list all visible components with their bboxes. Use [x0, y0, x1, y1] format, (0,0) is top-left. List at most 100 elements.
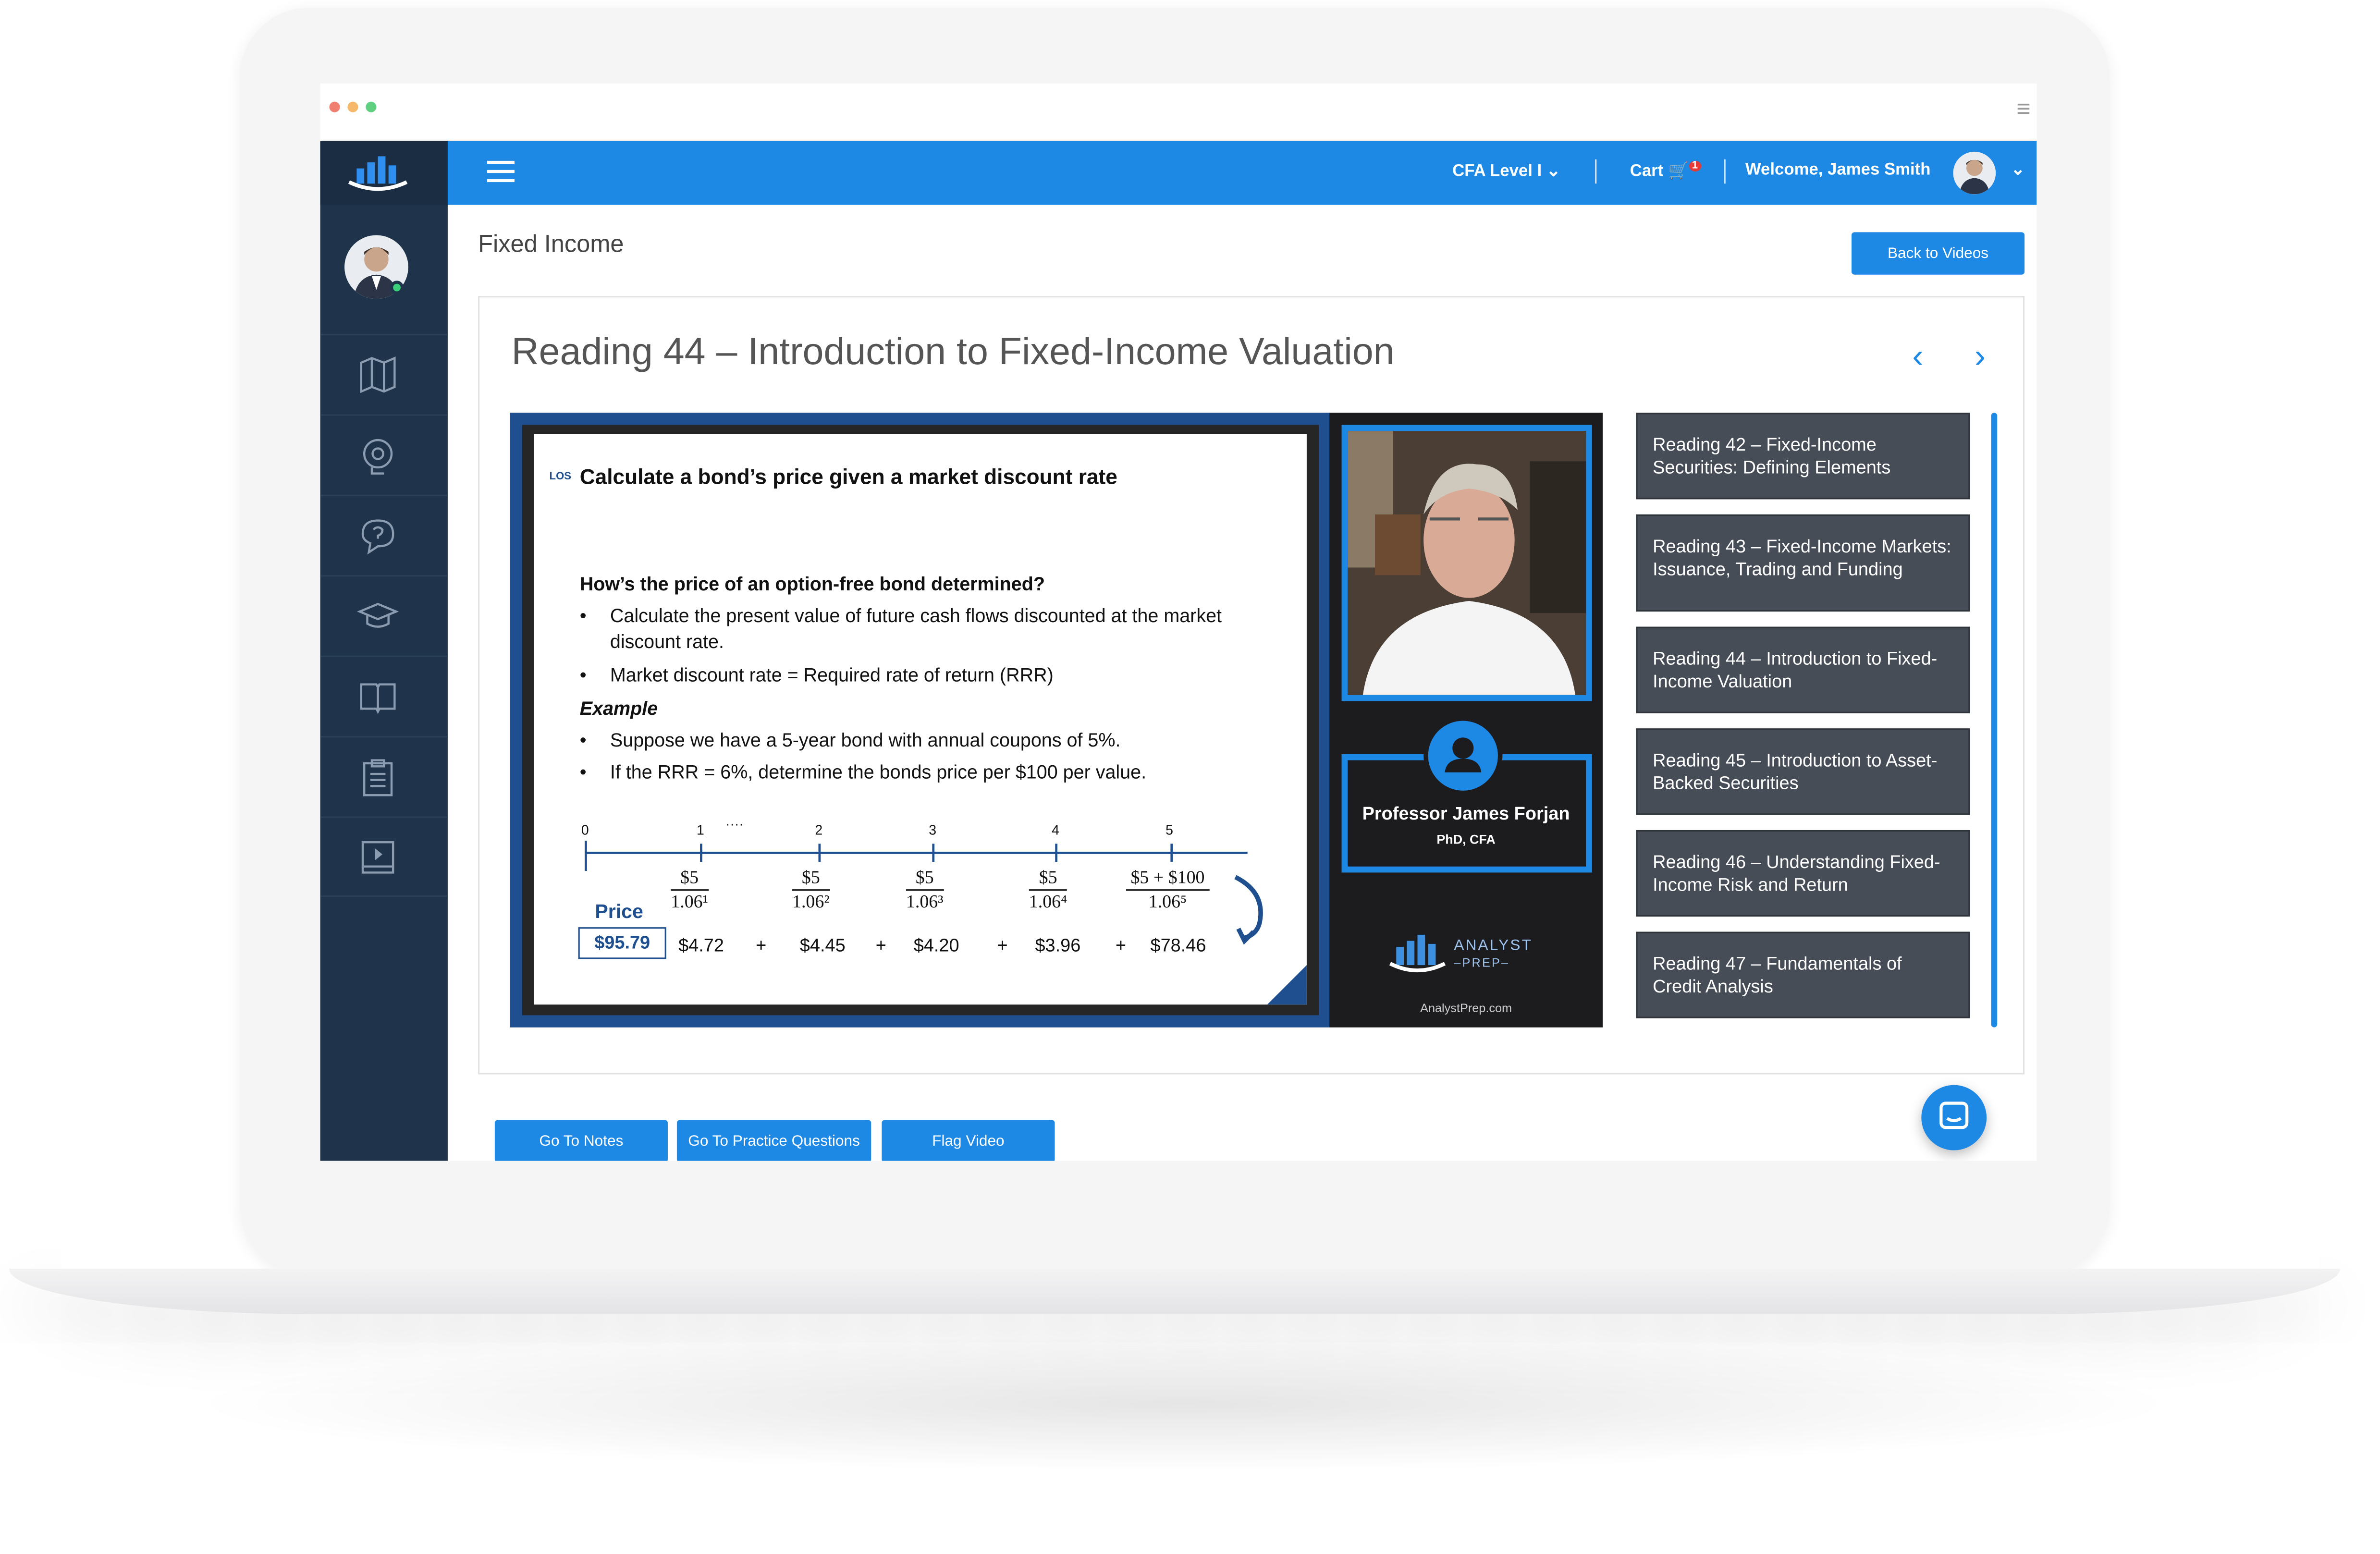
timeline-label: 0 [581, 822, 589, 838]
chevron-down-icon: ⌄ [1546, 162, 1560, 181]
plus-sign: + [1115, 934, 1127, 956]
welcome-label: Welcome, James Smith [1745, 160, 1931, 179]
pv-value: $4.45 [799, 934, 846, 956]
slide-border: LOS Calculate a bond’s price given a mar… [522, 425, 1319, 1016]
video-player[interactable]: LOS Calculate a bond’s price given a mar… [510, 413, 1603, 1028]
discount-fraction: $5 1.06³ [906, 866, 944, 912]
laptop-base [9, 1268, 2341, 1314]
go-to-notes-button[interactable]: Go To Notes [494, 1120, 668, 1161]
playlist-item[interactable]: Reading 43 – Fixed-Income Markets: Issua… [1636, 514, 1970, 612]
window-maximize-dot[interactable] [366, 101, 377, 112]
chat-launcher[interactable] [1921, 1085, 1987, 1150]
graduation-cap-icon [356, 602, 399, 628]
person-photo-icon [1953, 151, 1996, 195]
video-card: Reading 44 – Introduction to Fixed-Incom… [478, 296, 2025, 1075]
window-titlebar: ≡ [320, 83, 2037, 141]
window-close-dot[interactable] [329, 101, 340, 112]
flag-video-button[interactable]: Flag Video [882, 1120, 1055, 1161]
presenter-panel: Professor James Forjan PhD, CFA ANALYST … [1329, 413, 1603, 1028]
sidebar-item-videos[interactable] [320, 816, 448, 897]
slide-question: How’s the price of an option-free bond d… [579, 574, 1045, 595]
level-selector[interactable]: CFA Level I ⌄ [1452, 161, 1560, 181]
brand-logo[interactable] [320, 141, 448, 205]
presenter-webcam [1341, 425, 1592, 701]
reading-title: Reading 44 – Introduction to Fixed-Incom… [511, 330, 1395, 374]
next-video-icon[interactable]: › [1975, 337, 1986, 376]
los-tag: LOS [549, 472, 572, 483]
bar-chart-logo-icon [348, 156, 408, 191]
go-to-practice-questions-button[interactable]: Go To Practice Questions [676, 1120, 871, 1161]
sidebar-item-brain[interactable] [320, 414, 448, 494]
sidebar [320, 141, 448, 1161]
sidebar-item-questions[interactable] [320, 494, 448, 575]
pv-value: $4.72 [678, 934, 724, 956]
hamburger-icon[interactable]: ≡ [2016, 97, 2031, 124]
open-book-icon [360, 683, 396, 714]
price-label: Price [595, 900, 643, 923]
slide-corner-decoration [1267, 965, 1307, 1005]
top-header: CFA Level I ⌄ Cart 🛒 1 Welcome, James Smi… [447, 141, 2037, 205]
sidebar-item-book[interactable] [320, 655, 448, 736]
pv-value: $4.20 [913, 934, 959, 956]
cart-icon: 🛒 [1668, 162, 1689, 181]
sidebar-item-courses[interactable] [320, 575, 448, 655]
cart-link[interactable]: Cart 🛒 1 [1630, 161, 1701, 181]
chevron-down-icon[interactable]: ⌄ [2011, 159, 2025, 179]
question-chat-icon [361, 519, 394, 555]
sidebar-item-map[interactable] [320, 333, 448, 414]
sidebar-item-quiz[interactable] [320, 736, 448, 816]
plus-sign: + [997, 934, 1008, 956]
header-divider [1595, 159, 1597, 184]
playlist-item[interactable]: Reading 44 – Introduction to Fixed-Incom… [1636, 626, 1970, 713]
brain-gear-icon [363, 439, 393, 475]
lecture-slide: LOS Calculate a bond’s price given a mar… [534, 434, 1307, 1005]
back-to-videos-button[interactable]: Back to Videos [1851, 232, 2025, 275]
timeline-label: 3 [929, 822, 937, 838]
header-avatar[interactable] [1953, 151, 1996, 195]
presenter-photo-icon [1348, 431, 1586, 695]
chat-icon [1939, 1101, 1969, 1129]
window-minimize-dot[interactable] [347, 101, 358, 112]
slide-bullet: • If the RRR = 6%, determine the bonds pr… [579, 761, 1147, 783]
video-playlist: Reading 42 – Fixed-Income Securities: De… [1636, 413, 1970, 1027]
slide-bullet: • Calculate the present value of future c… [579, 605, 1222, 653]
plus-sign: + [756, 934, 767, 956]
menu-toggle-icon[interactable] [487, 160, 515, 183]
clipboard-list-icon [363, 759, 393, 796]
stage: ≡ CFA Level I ⌄ Cart 🛒 1 Welcome, James … [0, 0, 2380, 1554]
analystprep-logo-icon [1389, 934, 1446, 973]
timeline-dots: ···· [725, 816, 744, 832]
analystprep-wordmark: ANALYST –PREP– [1454, 938, 1533, 970]
playlist-item[interactable]: Reading 45 – Introduction to Asset-Backe… [1636, 728, 1970, 815]
analystprep-url: AnalystPrep.com [1420, 1001, 1512, 1016]
timeline-label: 1 [696, 822, 704, 838]
timeline-label: 5 [1165, 822, 1173, 838]
playlist-item[interactable]: Reading 42 – Fixed-Income Securities: De… [1636, 413, 1970, 500]
slide-heading: Calculate a bond’s price given a market … [579, 464, 1117, 489]
discount-fraction: $5 1.06² [792, 866, 830, 912]
playlist-scrollbar[interactable] [1991, 413, 1998, 1028]
prev-video-icon[interactable]: ‹ [1912, 337, 1923, 376]
header-divider [1724, 159, 1726, 184]
curved-arrow-icon [1234, 875, 1263, 945]
slide-bullet: • Suppose we have a 5-year bond with annu… [579, 730, 1121, 751]
video-book-icon [361, 841, 394, 874]
cart-label: Cart [1630, 162, 1664, 181]
slide-bullet: • Market discount rate = Required rate of… [579, 664, 1054, 686]
cart-count-badge: 1 [1689, 161, 1701, 172]
discount-fraction: $5 1.06¹ [671, 866, 709, 912]
playlist-item[interactable]: Reading 46 – Understanding Fixed-Income … [1636, 830, 1970, 917]
timeline-label: 4 [1052, 822, 1060, 838]
pv-value: $78.46 [1150, 934, 1206, 956]
playlist-item[interactable]: Reading 47 – Fundamentals of Credit Anal… [1636, 931, 1970, 1018]
presenter-degree: PhD, CFA [1436, 832, 1496, 847]
plus-sign: + [875, 934, 886, 956]
level-label: CFA Level I [1452, 162, 1542, 181]
price-value: $95.79 [578, 927, 666, 959]
laptop-shadow [182, 1335, 2185, 1472]
lecture-slide-frame: LOS Calculate a bond’s price given a mar… [510, 413, 1330, 1028]
browser-window: ≡ CFA Level I ⌄ Cart 🛒 1 Welcome, James … [320, 83, 2037, 1161]
user-silhouette-icon [1423, 716, 1503, 795]
online-status-dot [390, 281, 404, 294]
discount-fraction: $5 1.06⁴ [1029, 866, 1067, 912]
